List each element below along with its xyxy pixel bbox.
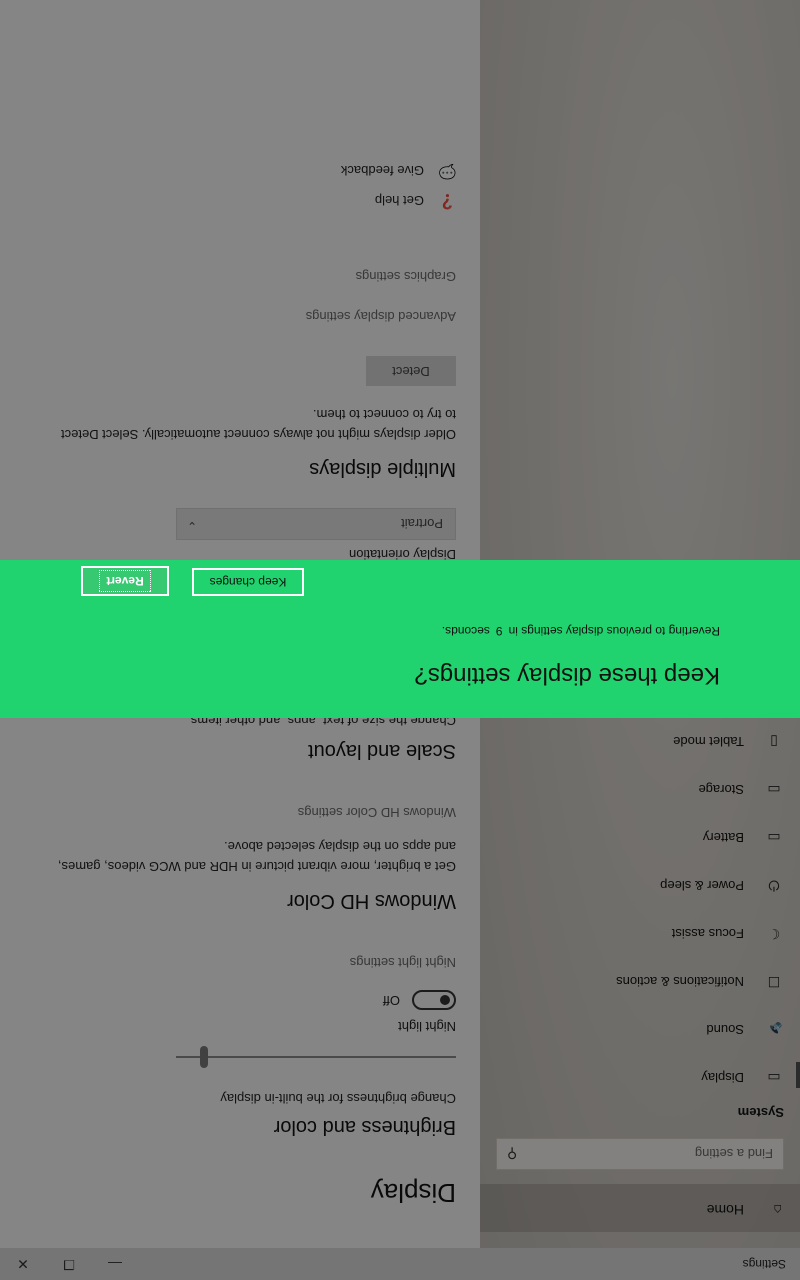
dialog-message-suffix: seconds. [441,624,490,638]
revert-button[interactable]: Revert [81,566,169,596]
keep-changes-button[interactable]: Keep changes [192,568,304,596]
dialog-message: Reverting to previous display settings i… [442,624,720,638]
revert-label: Revert [99,570,151,592]
screen: Settings — ❐ ✕ ⌂ Home Find a setting ⚲ S… [0,0,800,1280]
keep-settings-dialog: Keep these display settings? Reverting t… [0,560,800,718]
countdown-seconds: 9 [495,624,503,638]
dialog-message-prefix: Reverting to previous display settings i… [508,624,720,638]
dialog-title: Keep these display settings? [414,662,720,689]
